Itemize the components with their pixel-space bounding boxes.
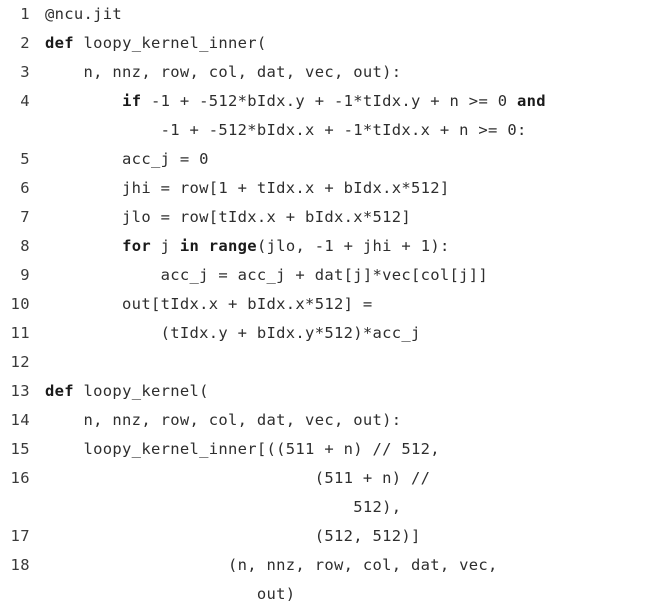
line-code: jhi = row[1 + tIdx.x + bIdx.x*512]	[45, 179, 450, 197]
code-listing: 1 @ncu.jit 2 def loopy_kernel_inner( 3 n, nn…	[0, 0, 654, 603]
code-line: 16 (511 + n) //	[0, 464, 654, 493]
code-line: 5 acc_j = 0	[0, 145, 654, 174]
code-line: 14 n, nnz, row, col, dat, vec, out):	[0, 406, 654, 435]
line-code: 512),	[45, 498, 402, 516]
code-line: 17 (512, 512)]	[0, 522, 654, 551]
line-number: 2	[20, 34, 30, 52]
code-line: -1 + -512*bIdx.x + -1*tIdx.x + n >= 0:	[0, 116, 654, 145]
line-code: (511 + n) //	[45, 469, 431, 487]
line-code: acc_j = 0	[45, 150, 209, 168]
code-line: 12	[0, 348, 654, 377]
line-number: 9	[20, 266, 30, 284]
code-line: 9 acc_j = acc_j + dat[j]*vec[col[j]]	[0, 261, 654, 290]
code-line: 4 if -1 + -512*bIdx.y + -1*tIdx.y + n >=…	[0, 87, 654, 116]
line-code: def loopy_kernel_inner(	[45, 34, 267, 52]
line-code: acc_j = acc_j + dat[j]*vec[col[j]]	[45, 266, 489, 284]
line-code: out)	[45, 585, 296, 603]
line-code: -1 + -512*bIdx.x + -1*tIdx.x + n >= 0:	[45, 121, 527, 139]
line-code: out[tIdx.x + bIdx.x*512] =	[45, 295, 373, 313]
line-number: 7	[20, 208, 30, 226]
line-number: 8	[20, 237, 30, 255]
code-line: 8 for j in range(jlo, -1 + jhi + 1):	[0, 232, 654, 261]
line-number: 13	[10, 382, 30, 400]
code-line: 1 @ncu.jit	[0, 0, 654, 29]
line-number: 4	[20, 92, 30, 110]
line-number: 10	[10, 295, 30, 313]
line-code: (512, 512)]	[45, 527, 421, 545]
line-code: jlo = row[tIdx.x + bIdx.x*512]	[45, 208, 412, 226]
line-code: @ncu.jit	[45, 5, 123, 23]
code-line: 7 jlo = row[tIdx.x + bIdx.x*512]	[0, 203, 654, 232]
line-number: 5	[20, 150, 30, 168]
code-line: 13 def loopy_kernel(	[0, 377, 654, 406]
line-number: 12	[10, 353, 30, 371]
line-number: 15	[10, 440, 30, 458]
line-number: 11	[10, 324, 30, 342]
code-line: 11 (tIdx.y + bIdx.y*512)*acc_j	[0, 319, 654, 348]
line-number: 6	[20, 179, 30, 197]
line-number: 17	[10, 527, 30, 545]
line-number: 16	[10, 469, 30, 487]
code-line: 15 loopy_kernel_inner[((511 + n) // 512,	[0, 435, 654, 464]
code-line: 10 out[tIdx.x + bIdx.x*512] =	[0, 290, 654, 319]
code-line: 2 def loopy_kernel_inner(	[0, 29, 654, 58]
line-number: 1	[20, 5, 30, 23]
line-code: def loopy_kernel(	[45, 382, 209, 400]
line-code: n, nnz, row, col, dat, vec, out):	[45, 63, 402, 81]
line-code: (tIdx.y + bIdx.y*512)*acc_j	[45, 324, 421, 342]
line-code: loopy_kernel_inner[((511 + n) // 512,	[45, 440, 440, 458]
code-line: 512),	[0, 493, 654, 522]
line-code: n, nnz, row, col, dat, vec, out):	[45, 411, 402, 429]
line-code: if -1 + -512*bIdx.y + -1*tIdx.y + n >= 0…	[122, 92, 546, 110]
code-line: 3 n, nnz, row, col, dat, vec, out):	[0, 58, 654, 87]
line-number: 3	[20, 63, 30, 81]
code-line: out)	[0, 580, 654, 609]
code-line: 6 jhi = row[1 + tIdx.x + bIdx.x*512]	[0, 174, 654, 203]
line-code: for j in range(jlo, -1 + jhi + 1):	[122, 237, 450, 255]
line-number: 14	[10, 411, 30, 429]
